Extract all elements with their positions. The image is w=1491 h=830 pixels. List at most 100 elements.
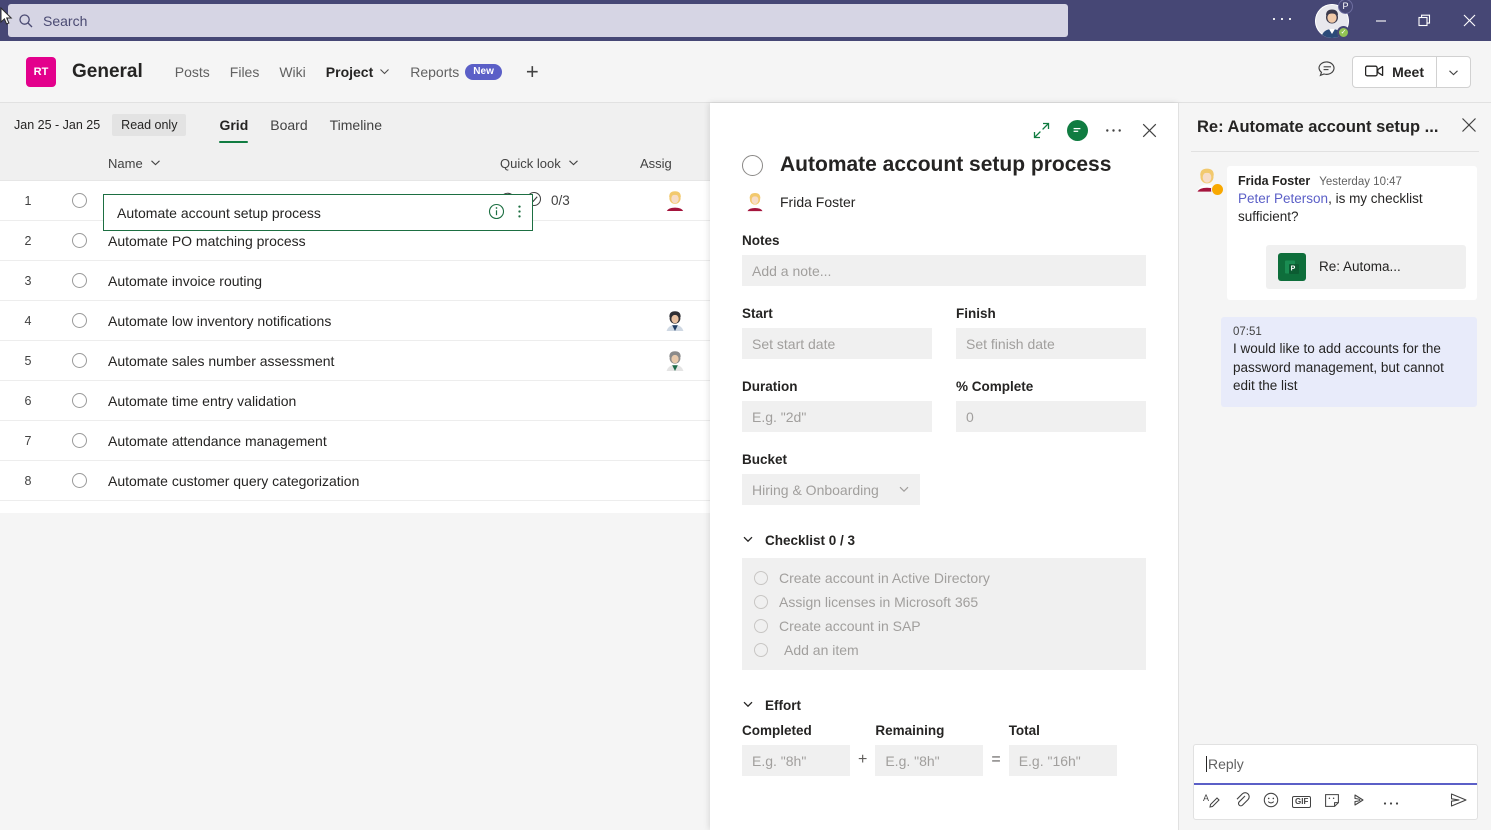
effort-completed-input[interactable]: E.g. "8h" bbox=[742, 745, 850, 776]
format-icon[interactable]: A bbox=[1203, 792, 1221, 813]
titlebar-more-button[interactable]: ··· bbox=[1261, 9, 1305, 27]
tab-wiki[interactable]: Wiki bbox=[269, 41, 315, 103]
row-complete-toggle[interactable] bbox=[56, 353, 102, 368]
row-complete-toggle[interactable] bbox=[56, 393, 102, 408]
meet-dropdown-button[interactable] bbox=[1436, 57, 1470, 87]
effort-total-input[interactable]: E.g. "16h" bbox=[1008, 745, 1117, 776]
meet-button-main[interactable]: Meet bbox=[1353, 57, 1436, 87]
start-input[interactable]: Set start date bbox=[742, 328, 932, 359]
checklist-item-toggle[interactable] bbox=[754, 595, 768, 609]
table-row[interactable]: 6 Automate time entry validation bbox=[0, 381, 710, 421]
expand-icon[interactable] bbox=[1026, 115, 1056, 145]
checklist-add-item[interactable]: Add an item bbox=[742, 638, 1146, 662]
task-complete-toggle[interactable] bbox=[742, 154, 763, 176]
tab-posts[interactable]: Posts bbox=[165, 41, 220, 103]
task-title[interactable]: Automate account setup process bbox=[780, 153, 1111, 177]
table-row[interactable]: 3 Automate invoice routing bbox=[0, 261, 710, 301]
row-complete-toggle[interactable] bbox=[56, 193, 102, 208]
tab-reports[interactable]: Reports New bbox=[400, 41, 512, 103]
finish-input[interactable]: Set finish date bbox=[956, 328, 1146, 359]
column-header-assigned[interactable]: Assig bbox=[640, 156, 710, 171]
gif-icon[interactable]: GIF bbox=[1292, 796, 1312, 808]
attach-icon[interactable] bbox=[1234, 791, 1250, 813]
restore-button[interactable] bbox=[1403, 0, 1447, 41]
checklist-item-toggle[interactable] bbox=[754, 619, 768, 633]
checklist-item[interactable]: Assign licenses in Microsoft 365 bbox=[742, 590, 1146, 614]
loop-icon[interactable] bbox=[1353, 792, 1370, 813]
chevron-down-icon[interactable] bbox=[379, 64, 390, 80]
chat-avatar[interactable] bbox=[1193, 166, 1224, 196]
conversation-icon[interactable] bbox=[1317, 59, 1338, 85]
column-header-name[interactable]: Name bbox=[102, 156, 500, 171]
effort-remaining-input[interactable]: E.g. "8h" bbox=[875, 745, 984, 776]
row-name[interactable]: Automate customer query categorization bbox=[102, 473, 500, 489]
table-row[interactable]: 5 Automate sales number assessment bbox=[0, 341, 710, 381]
search-placeholder: Search bbox=[43, 12, 88, 29]
close-button[interactable] bbox=[1447, 0, 1491, 41]
chat-attachment-card[interactable]: P Re: Automa... bbox=[1266, 244, 1466, 289]
minimize-button[interactable] bbox=[1359, 0, 1403, 41]
checklist-item[interactable]: Create account in SAP bbox=[742, 614, 1146, 638]
reply-input[interactable]: Reply bbox=[1194, 745, 1477, 785]
add-tab-button[interactable]: + bbox=[512, 59, 553, 85]
row-name[interactable]: Automate invoice routing bbox=[102, 273, 500, 289]
channel-header-right: Meet bbox=[1317, 41, 1471, 103]
row-assignee[interactable] bbox=[640, 189, 710, 213]
effort-section-header[interactable]: Effort bbox=[742, 698, 1146, 713]
tab-files[interactable]: Files bbox=[220, 41, 270, 103]
table-row[interactable]: 7 Automate attendance management bbox=[0, 421, 710, 461]
task-close-icon[interactable] bbox=[1134, 115, 1164, 145]
row-name[interactable]: Automate time entry validation bbox=[102, 393, 500, 409]
chevron-down-icon[interactable] bbox=[742, 698, 754, 713]
task-more-icon[interactable] bbox=[1098, 115, 1128, 145]
search-input[interactable]: Search bbox=[8, 4, 1068, 37]
reply-placeholder: Reply bbox=[1208, 756, 1244, 772]
row-name[interactable]: Automate sales number assessment bbox=[102, 353, 500, 369]
chat-mention[interactable]: Peter Peterson bbox=[1238, 191, 1328, 206]
row-assignee[interactable] bbox=[640, 309, 710, 333]
team-avatar[interactable]: RT bbox=[26, 56, 56, 87]
task-assignee-row[interactable]: Frida Foster bbox=[710, 177, 1178, 213]
tab-project[interactable]: Project bbox=[316, 41, 400, 103]
meet-button[interactable]: Meet bbox=[1352, 56, 1471, 88]
avatar[interactable]: ✓ P bbox=[1315, 0, 1353, 39]
row-complete-toggle[interactable] bbox=[56, 473, 102, 488]
start-placeholder: Set start date bbox=[752, 335, 836, 352]
row-complete-toggle[interactable] bbox=[56, 273, 102, 288]
row-complete-toggle[interactable] bbox=[56, 433, 102, 448]
more-icon[interactable] bbox=[1383, 793, 1399, 811]
checklist-item-toggle[interactable] bbox=[754, 571, 768, 585]
view-tab-grid[interactable]: Grid bbox=[208, 103, 259, 147]
row-complete-toggle[interactable] bbox=[56, 233, 102, 248]
view-tab-board[interactable]: Board bbox=[259, 103, 318, 147]
task-comments-icon[interactable] bbox=[1062, 115, 1092, 145]
checklist-item-toggle[interactable] bbox=[754, 643, 768, 657]
info-icon[interactable] bbox=[488, 203, 505, 223]
column-header-quick-look[interactable]: Quick look bbox=[500, 156, 640, 171]
percent-complete-input[interactable]: 0 bbox=[956, 401, 1146, 432]
chevron-down-icon[interactable] bbox=[742, 533, 754, 548]
row-assignee[interactable] bbox=[640, 349, 710, 373]
checklist-item[interactable]: Create account in Active Directory bbox=[742, 566, 1146, 590]
send-icon[interactable] bbox=[1450, 792, 1468, 813]
table-row[interactable]: 4 Automate low inventory notifications bbox=[0, 301, 710, 341]
table-row[interactable]: 8 Automate customer query categorization bbox=[0, 461, 710, 501]
notes-input[interactable]: Add a note... bbox=[742, 255, 1146, 286]
view-tab-timeline[interactable]: Timeline bbox=[319, 103, 393, 147]
task-title-row: Automate account setup process bbox=[710, 145, 1178, 177]
sticker-icon[interactable] bbox=[1324, 792, 1340, 813]
bucket-select[interactable]: Hiring & Onboarding bbox=[742, 474, 920, 505]
emoji-icon[interactable] bbox=[1263, 792, 1279, 813]
chevron-down-icon[interactable] bbox=[568, 156, 579, 171]
row-name[interactable]: Automate low inventory notifications bbox=[102, 313, 500, 329]
selected-cell-label: Automate account setup process bbox=[117, 204, 321, 221]
row-more-icon[interactable] bbox=[517, 203, 522, 223]
duration-input[interactable]: E.g. "2d" bbox=[742, 401, 932, 432]
checklist-section-header[interactable]: Checklist 0 / 3 bbox=[742, 533, 1146, 548]
chevron-down-icon[interactable] bbox=[150, 156, 161, 171]
row-complete-toggle[interactable] bbox=[56, 313, 102, 328]
row-name[interactable]: Automate attendance management bbox=[102, 433, 500, 449]
chat-close-icon[interactable] bbox=[1461, 117, 1477, 138]
selected-cell[interactable]: Automate account setup process bbox=[103, 194, 533, 231]
row-name[interactable]: Automate PO matching process bbox=[102, 233, 500, 249]
